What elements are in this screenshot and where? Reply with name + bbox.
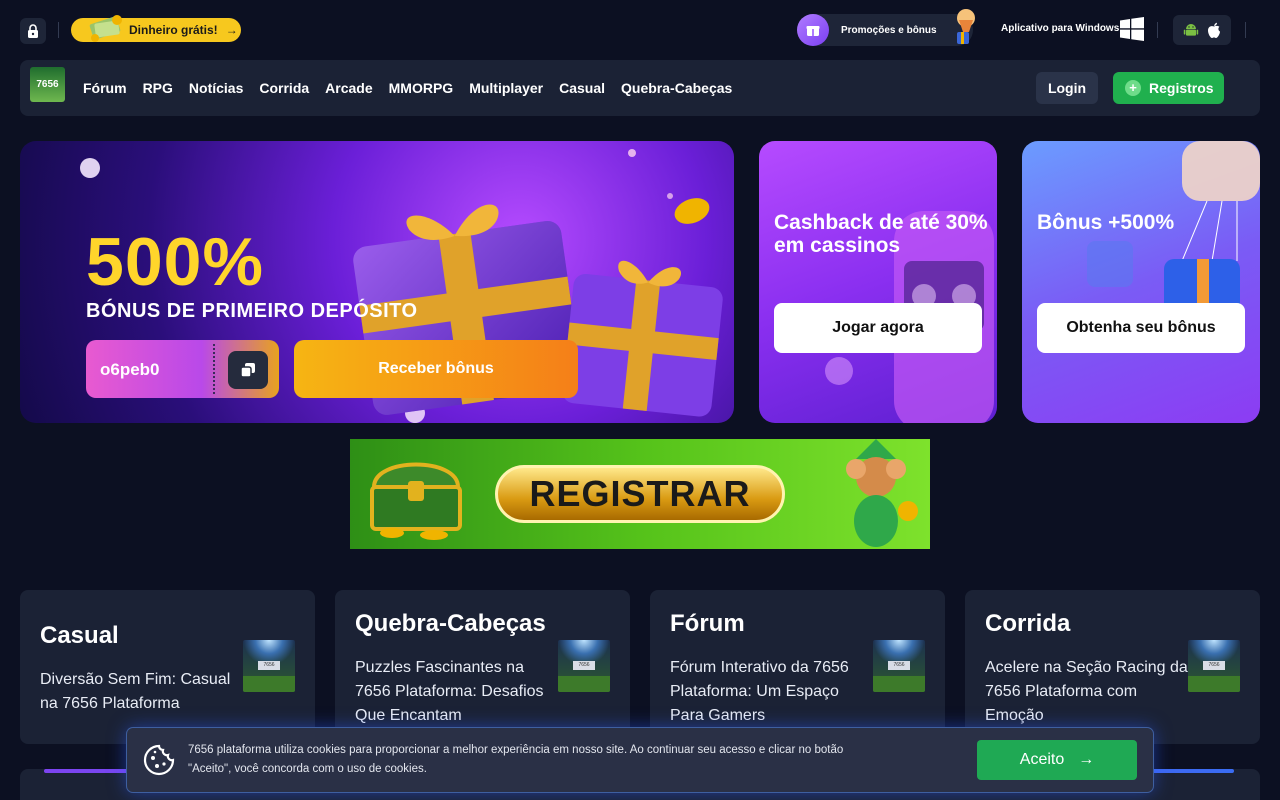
cashback-card: Cashback de até 30% em cassinos Jogar ag…	[759, 141, 997, 423]
category-card-forum[interactable]: Fórum Fórum Interativo da 7656 Plataform…	[650, 590, 945, 744]
login-button[interactable]: Login	[1036, 72, 1098, 104]
category-card-racing[interactable]: Corrida Acelere na Seção Racing da 7656 …	[965, 590, 1260, 744]
windows-app-link[interactable]: Aplicativo para Windows	[1001, 23, 1119, 34]
receive-bonus-button[interactable]: Receber bônus	[294, 340, 578, 398]
category-card-puzzle[interactable]: Quebra-Cabeças Puzzles Fascinantes na 76…	[335, 590, 630, 744]
category-desc: Fórum Interativo da 7656 Plataforma: Um …	[670, 659, 849, 724]
register-banner-text: REGISTRAR	[529, 473, 751, 514]
register-label: Registros	[1149, 80, 1214, 96]
gift-icon	[797, 14, 829, 46]
promo-code-value: o6peb0	[100, 360, 160, 379]
category-title: Quebra-Cabeças	[355, 610, 546, 637]
play-now-button[interactable]: Jogar agora	[774, 303, 982, 353]
nav-link-puzzle[interactable]: Quebra-Cabeças	[621, 80, 732, 96]
promotions-button[interactable]: Promoções e bônus	[797, 9, 975, 46]
nav-link-news[interactable]: Notícias	[189, 80, 243, 96]
register-button[interactable]: + Registros	[1113, 72, 1224, 104]
mobile-apps	[1173, 15, 1231, 45]
bonus-title: Bônus +500%	[1037, 211, 1175, 234]
accept-label: Aceito	[1019, 751, 1065, 768]
copy-icon	[240, 363, 255, 378]
nav-link-multiplayer[interactable]: Multiplayer	[469, 80, 543, 96]
register-plate: REGISTRAR	[495, 465, 785, 523]
nav-link-rpg[interactable]: RPG	[143, 80, 173, 96]
treasure-chest-icon	[370, 462, 462, 540]
accept-cookies-button[interactable]: Aceito →	[977, 740, 1137, 780]
cookie-banner: 7656 plataforma utiliza cookies para pro…	[127, 728, 1153, 792]
divider	[1157, 22, 1158, 38]
nav-links: Fórum RPG Notícias Corrida Arcade MMORPG…	[83, 60, 732, 116]
mascot-mouse-icon	[846, 439, 918, 547]
bonus-card: Bônus +500% Obtenha seu bônus	[1022, 141, 1260, 423]
nav-link-arcade[interactable]: Arcade	[325, 80, 372, 96]
nav-link-racing[interactable]: Corrida	[259, 80, 309, 96]
windows-icon[interactable]	[1120, 17, 1144, 41]
category-title: Casual	[40, 622, 119, 649]
promo-code-field: o6peb0	[86, 340, 279, 398]
nav-link-mmorpg[interactable]: MMORPG	[389, 80, 454, 96]
category-desc: Puzzles Fascinantes na 7656 Plataforma: …	[355, 659, 544, 724]
cookie-icon	[143, 744, 175, 776]
arrow-right-icon: →	[1078, 751, 1095, 768]
promotions-label: Promoções e bônus	[841, 24, 937, 36]
arrow-right-icon: →	[225, 23, 238, 37]
apple-icon[interactable]	[1206, 22, 1222, 39]
lock-icon	[28, 24, 38, 38]
nav-link-forum[interactable]: Fórum	[83, 80, 127, 96]
category-thumbnail: 7656	[1188, 640, 1240, 692]
site-logo[interactable]: 7656	[30, 67, 65, 102]
free-money-label: Dinheiro grátis!	[129, 23, 218, 37]
free-money-button[interactable]: Dinheiro grátis! →	[71, 15, 241, 42]
divider	[1245, 22, 1246, 38]
bonus-subtitle: BÓNUS DE PRIMEIRO DEPÓSITO	[86, 300, 418, 322]
get-bonus-button[interactable]: Obtenha seu bônus	[1037, 303, 1245, 353]
category-thumbnail: 7656	[243, 640, 295, 692]
top-bar: Dinheiro grátis! → Promoções e bônus Apl…	[0, 0, 1280, 60]
rocket-icon	[957, 9, 975, 44]
nav-link-casual[interactable]: Casual	[559, 80, 605, 96]
divider	[58, 22, 59, 38]
category-desc: Acelere na Seção Racing da 7656 Platafor…	[985, 659, 1188, 724]
balloon-gift-illustration	[1087, 141, 1260, 321]
money-icon	[89, 15, 122, 42]
plus-icon: +	[1125, 80, 1141, 96]
cookie-text: 7656 plataforma utiliza cookies para pro…	[188, 744, 844, 775]
android-icon[interactable]	[1183, 22, 1199, 38]
category-title: Corrida	[985, 610, 1071, 637]
register-banner[interactable]: REGISTRAR	[350, 439, 930, 549]
slot-machine-illustration	[825, 211, 994, 423]
category-title: Fórum	[670, 610, 745, 637]
category-card-casual[interactable]: Casual Diversão Sem Fim: Casual na 7656 …	[20, 590, 315, 744]
hero-banner: 500% BÓNUS DE PRIMEIRO DEPÓSITO o6peb0 R…	[20, 141, 734, 423]
category-desc: Diversão Sem Fim: Casual na 7656 Platafo…	[40, 671, 231, 712]
category-thumbnail: 7656	[873, 640, 925, 692]
cashback-title: Cashback de até 30% em cassinos	[774, 211, 988, 257]
lock-button[interactable]	[20, 18, 46, 44]
bonus-percent: 500%	[86, 224, 264, 300]
category-thumbnail: 7656	[558, 640, 610, 692]
copy-code-button[interactable]	[228, 351, 268, 389]
main-nav: 7656 Fórum RPG Notícias Corrida Arcade M…	[20, 60, 1260, 116]
divider	[213, 344, 215, 394]
